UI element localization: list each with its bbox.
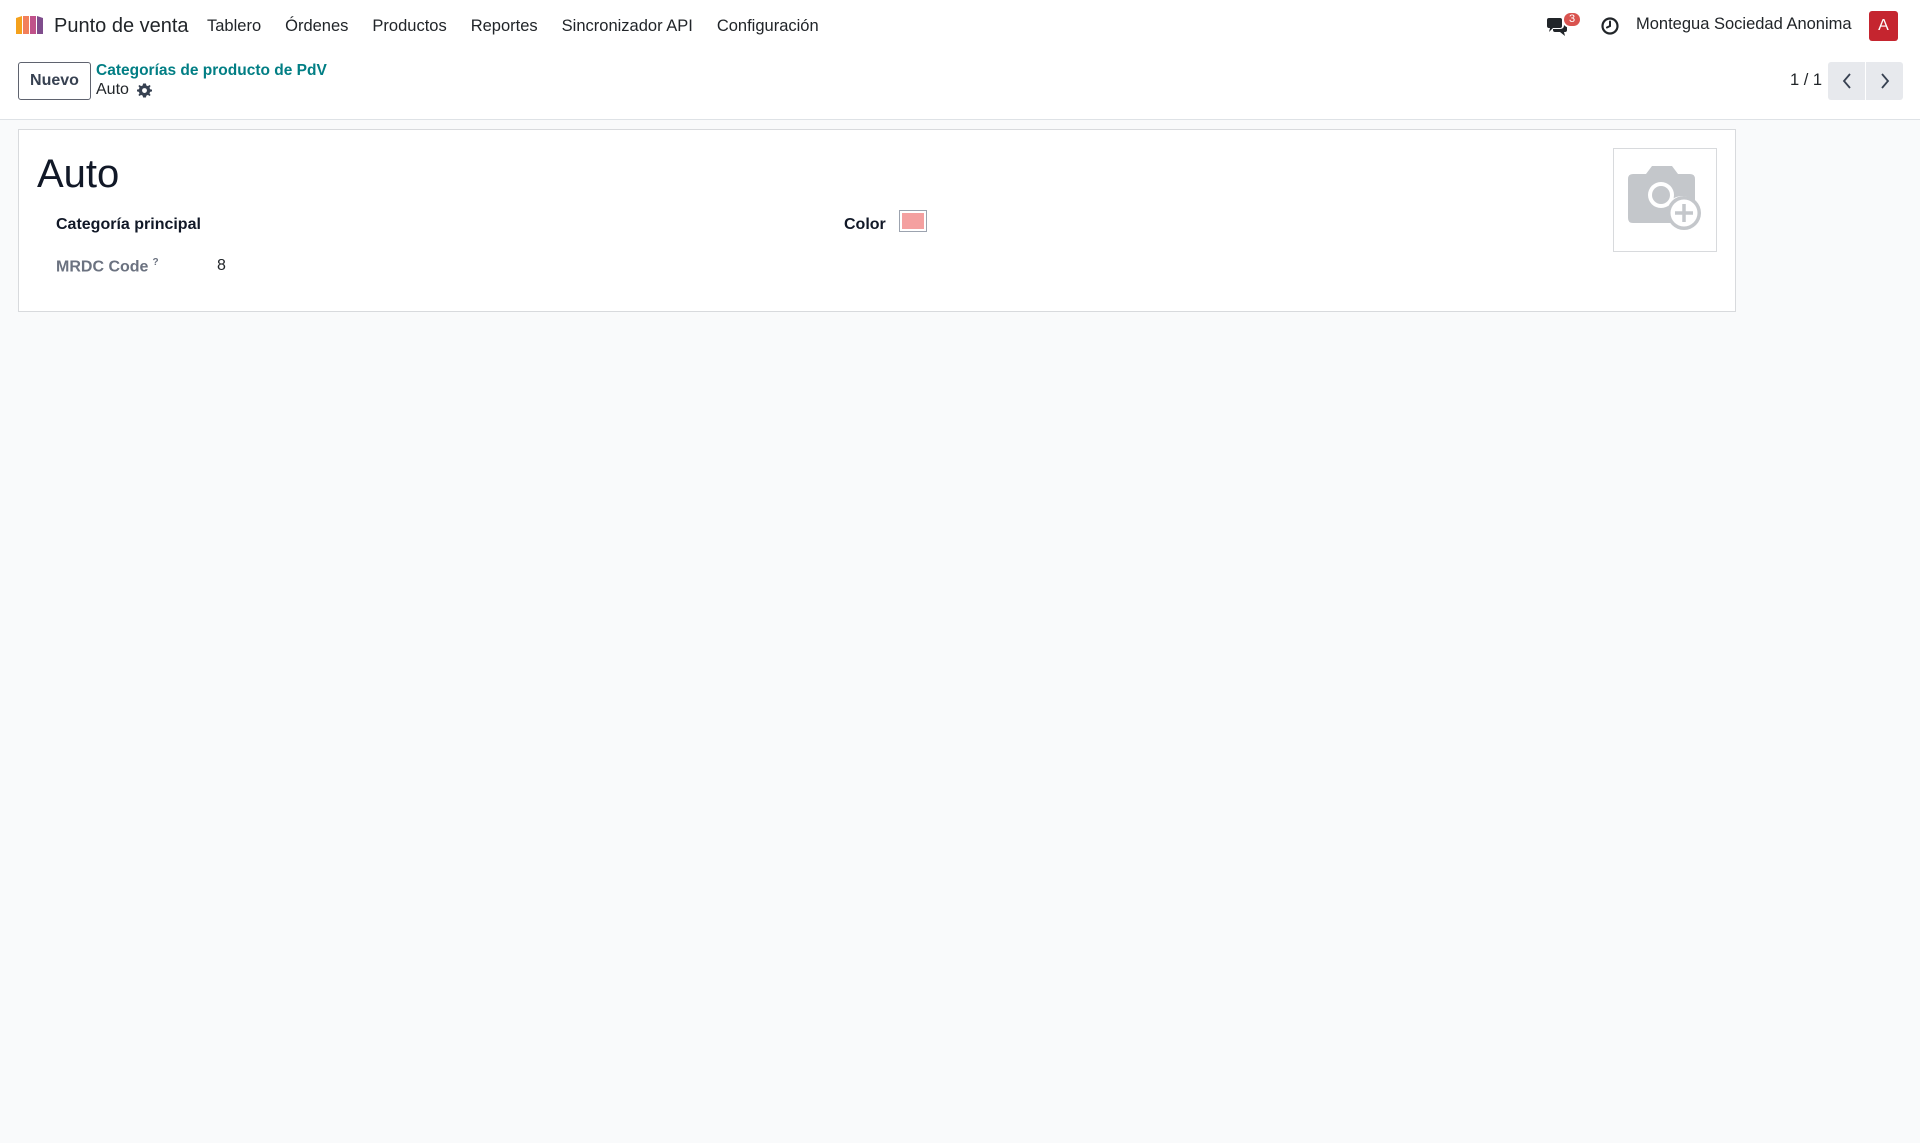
top-navbar: Punto de venta Tablero Órdenes Productos…	[0, 0, 1920, 52]
image-upload-field[interactable]	[1613, 148, 1717, 252]
color-swatch	[902, 213, 924, 229]
mrdc-code-label: MRDC Code?	[56, 257, 159, 276]
help-tooltip-icon[interactable]: ?	[152, 257, 158, 268]
new-button[interactable]: Nuevo	[18, 62, 91, 100]
user-avatar[interactable]: A	[1869, 11, 1898, 41]
gear-icon[interactable]	[137, 83, 152, 98]
camera-plus-icon	[1628, 166, 1701, 230]
pager-value[interactable]: 1 / 1	[1790, 71, 1822, 90]
breadcrumb-current: Auto	[96, 81, 129, 98]
company-switcher[interactable]: Montegua Sociedad Anonima	[1636, 15, 1852, 34]
menu-item-tablero[interactable]: Tablero	[195, 0, 273, 52]
chat-count-badge: 3	[1562, 11, 1582, 28]
mrdc-code-label-text: MRDC Code	[56, 258, 149, 276]
color-picker[interactable]	[899, 210, 927, 232]
menu-item-configuracion[interactable]: Configuración	[705, 0, 831, 52]
menu-item-ordenes[interactable]: Órdenes	[273, 0, 360, 52]
chevron-right-icon	[1880, 73, 1889, 89]
menu-item-sincronizador-api[interactable]: Sincronizador API	[550, 0, 705, 52]
pager-previous-button[interactable]	[1828, 62, 1865, 100]
mrdc-code-field[interactable]: 8	[217, 257, 226, 275]
parent-category-label: Categoría principal	[56, 216, 201, 233]
menu-item-productos[interactable]: Productos	[360, 0, 458, 52]
app-name[interactable]: Punto de venta	[54, 13, 189, 39]
breadcrumb-parent-link[interactable]: Categorías de producto de PdV	[96, 62, 327, 80]
form-sheet: Auto Categoría principal MRDC Code? 8 Co…	[18, 129, 1736, 312]
pager-next-button[interactable]	[1866, 62, 1903, 100]
color-label: Color	[844, 216, 886, 233]
clock-icon[interactable]	[1600, 16, 1620, 36]
pos-logo-icon[interactable]	[14, 14, 45, 36]
chevron-left-icon	[1842, 73, 1851, 89]
control-panel: Nuevo Categorías de producto de PdV Auto…	[0, 52, 1920, 120]
menu-item-reportes[interactable]: Reportes	[459, 0, 550, 52]
record-name-field[interactable]: Auto	[37, 150, 119, 198]
main-menu: Tablero Órdenes Productos Reportes Sincr…	[195, 0, 831, 52]
